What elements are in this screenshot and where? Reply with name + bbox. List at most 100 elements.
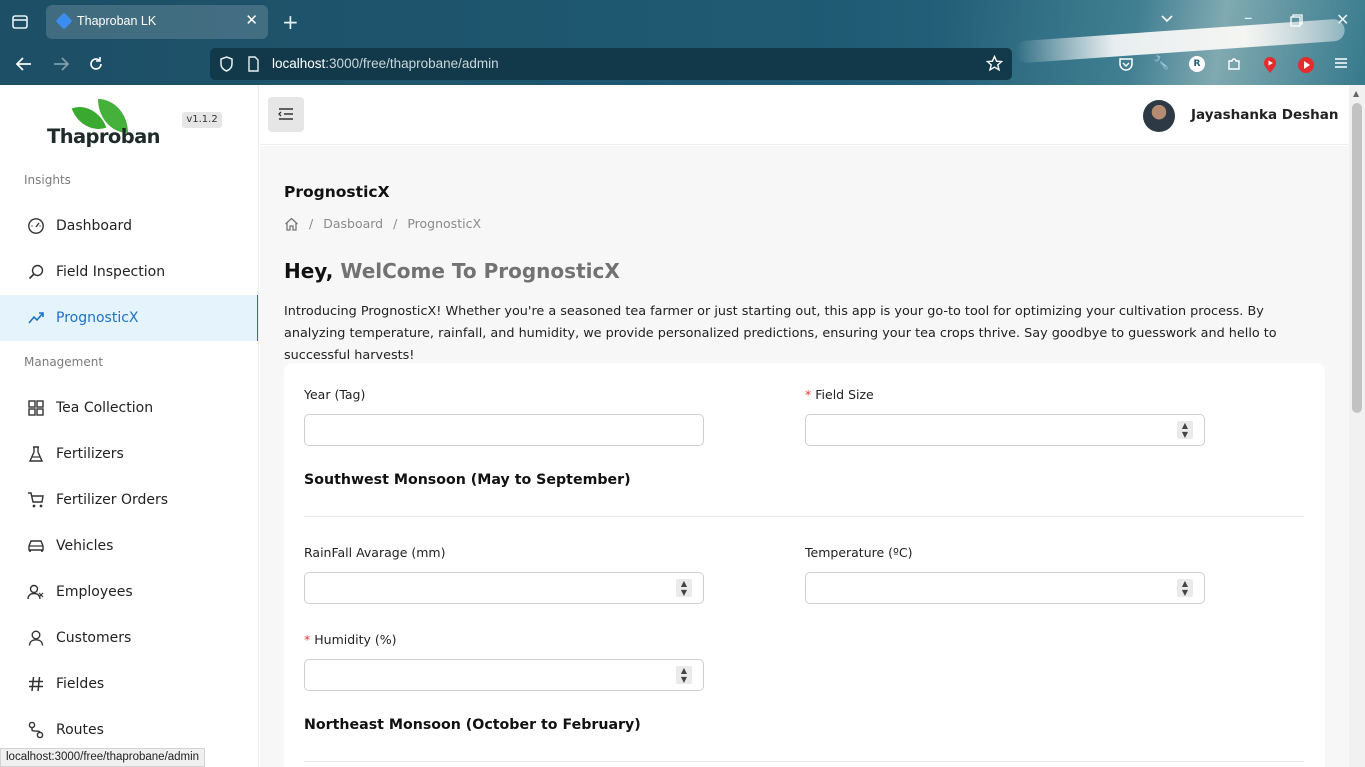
minimize-icon[interactable]: – (1244, 10, 1253, 27)
sidebar-item-dashboard[interactable]: Dashboard (0, 203, 258, 249)
welcome-hey: Hey, (284, 259, 334, 283)
temperature-input[interactable]: ▲ ▼ (805, 572, 1205, 604)
logo[interactable]: Thaproban (46, 99, 161, 149)
forward-arrow-icon[interactable] (52, 56, 70, 72)
breadcrumb-separator: / (393, 216, 398, 231)
youtube-play-icon[interactable] (1297, 56, 1314, 73)
extensions-puzzle-icon[interactable] (1226, 56, 1242, 72)
browser-tab[interactable]: Thaproban LK ✕ (46, 5, 268, 39)
temperature-stepper[interactable]: ▲ ▼ (1177, 579, 1193, 597)
rainfall-label: RainFall Avarage (mm) (304, 545, 446, 560)
tab-favicon-icon (55, 12, 73, 30)
pocket-icon[interactable] (1118, 56, 1134, 72)
field-size-input[interactable]: ▲ ▼ (805, 414, 1205, 446)
new-tab-icon[interactable]: + (282, 12, 299, 32)
url-text[interactable]: localhost:3000/free/thaprobane/admin (272, 56, 499, 71)
humidity-label-text: Humidity (%) (314, 632, 397, 647)
window-close-icon[interactable]: ✕ (1336, 12, 1349, 28)
grid-icon (27, 399, 45, 417)
sidebar-item-tea-collection[interactable]: Tea Collection (0, 385, 258, 431)
trend-icon (27, 309, 45, 327)
field-size-label-text: Field Size (815, 387, 874, 402)
humidity-stepper[interactable]: ▲ ▼ (676, 666, 692, 684)
welcome-highlight: WelCome To PrognosticX (340, 259, 620, 283)
sidebar-item-vehicles[interactable]: Vehicles (0, 523, 258, 569)
sidebar-item-label: Employees (56, 584, 133, 600)
sidebar-item-label: Fieldes (56, 676, 105, 692)
sidebar-item-label: Vehicles (56, 538, 114, 554)
sidebar-item-field-inspection[interactable]: Field Inspection (0, 249, 258, 295)
bookmark-star-icon[interactable] (986, 55, 1003, 72)
sidebar-item-fertilizers[interactable]: Fertilizers (0, 431, 258, 477)
shield-icon[interactable] (219, 56, 234, 72)
tab-title: Thaproban LK (77, 14, 157, 28)
southwest-monsoon-title: Southwest Monsoon (May to September) (304, 472, 631, 488)
restore-icon[interactable] (1290, 14, 1303, 27)
breadcrumb-separator: / (309, 216, 314, 231)
field-size-label: * Field Size (805, 387, 874, 402)
sidebar-item-fieldes[interactable]: Fieldes (0, 661, 258, 707)
sidebar-item-label: PrognosticX (56, 310, 139, 326)
hash-icon (27, 675, 45, 693)
breadcrumb: / Dasboard / PrognosticX (284, 216, 481, 231)
tab-close-icon[interactable]: ✕ (245, 11, 258, 29)
sidebar-item-employees[interactable]: Employees (0, 569, 258, 615)
top-bar: Jayashanka Deshan (260, 85, 1349, 145)
main-content: PrognosticX / Dasboard / PrognosticX Hey… (260, 146, 1349, 767)
sidebar-item-label: Routes (56, 722, 104, 738)
sidebar-item-prognosticx[interactable]: PrognosticX (0, 295, 258, 341)
user-icon (27, 629, 45, 647)
northeast-monsoon-title: Northeast Monsoon (October to February) (304, 717, 641, 733)
required-mark: * (304, 632, 311, 647)
tab-overflow-chevron-down-icon[interactable] (1160, 14, 1174, 24)
tab-list-icon[interactable] (11, 13, 29, 31)
sidebar-item-routes[interactable]: Routes (0, 707, 258, 753)
extension-r-icon[interactable]: R (1189, 56, 1205, 72)
humidity-input[interactable]: ▲ ▼ (304, 659, 704, 691)
page-scrollbar[interactable]: ▲ (1349, 85, 1365, 767)
temperature-label: Temperature (ºC) (805, 545, 913, 560)
wrench-icon[interactable]: 🔧 (1153, 56, 1169, 72)
status-bar-url: localhost:3000/free/thaprobane/admin (0, 748, 206, 767)
scroll-up-icon[interactable]: ▲ (1353, 89, 1359, 98)
sidebar-item-label: Tea Collection (56, 400, 154, 416)
logo-text: Thaproban (47, 125, 161, 148)
intro-text: Introducing PrognosticX! Whether you're … (284, 304, 1277, 363)
sidebar-item-label: Field Inspection (56, 264, 166, 280)
section-divider (304, 516, 1304, 517)
breadcrumb-current: PrognosticX (407, 216, 482, 231)
cart-icon (27, 491, 45, 509)
back-arrow-icon[interactable] (15, 56, 33, 72)
sidebar-item-fertilizer-orders[interactable]: Fertilizer Orders (0, 477, 258, 523)
field-size-stepper[interactable]: ▲ ▼ (1177, 421, 1193, 439)
breadcrumb-dashboard-link[interactable]: Dasboard (323, 216, 383, 231)
tab-strip: Thaproban LK ✕ + – ✕ (0, 0, 1365, 44)
page-info-icon[interactable] (247, 56, 260, 72)
youtube-pin-icon[interactable] (1262, 56, 1278, 73)
welcome-heading: Hey, WelCome To PrognosticX (284, 259, 620, 283)
section-divider (304, 761, 1304, 762)
user-name[interactable]: Jayashanka Deshan (1191, 107, 1339, 123)
sidebar-item-label: Fertilizer Orders (56, 492, 169, 508)
scrollbar-thumb[interactable] (1352, 103, 1362, 413)
year-label: Year (Tag) (304, 387, 366, 402)
reload-icon[interactable] (88, 56, 104, 72)
required-mark: * (805, 387, 812, 402)
sidebar-toggle-button[interactable] (268, 97, 304, 132)
home-icon[interactable] (284, 217, 299, 231)
flask-icon (27, 445, 45, 463)
address-bar[interactable]: localhost:3000/free/thaprobane/admin (210, 48, 1012, 80)
sidebar-item-customers[interactable]: Customers (0, 615, 258, 661)
browser-chrome: Thaproban LK ✕ + – ✕ localhost:3000/free… (0, 0, 1365, 85)
route-icon (27, 721, 45, 739)
search-icon (27, 263, 45, 281)
sidebar: Thaproban v1.1.2 Insights Dashboard Fiel… (0, 85, 259, 767)
app-menu-icon[interactable] (1333, 56, 1349, 72)
humidity-label: * Humidity (%) (304, 632, 397, 647)
rainfall-input[interactable]: ▲ ▼ (304, 572, 704, 604)
users-icon (27, 583, 45, 601)
sidebar-item-label: Fertilizers (56, 446, 124, 462)
rainfall-stepper[interactable]: ▲ ▼ (676, 579, 692, 597)
year-input[interactable] (304, 414, 704, 446)
avatar[interactable] (1143, 100, 1175, 132)
